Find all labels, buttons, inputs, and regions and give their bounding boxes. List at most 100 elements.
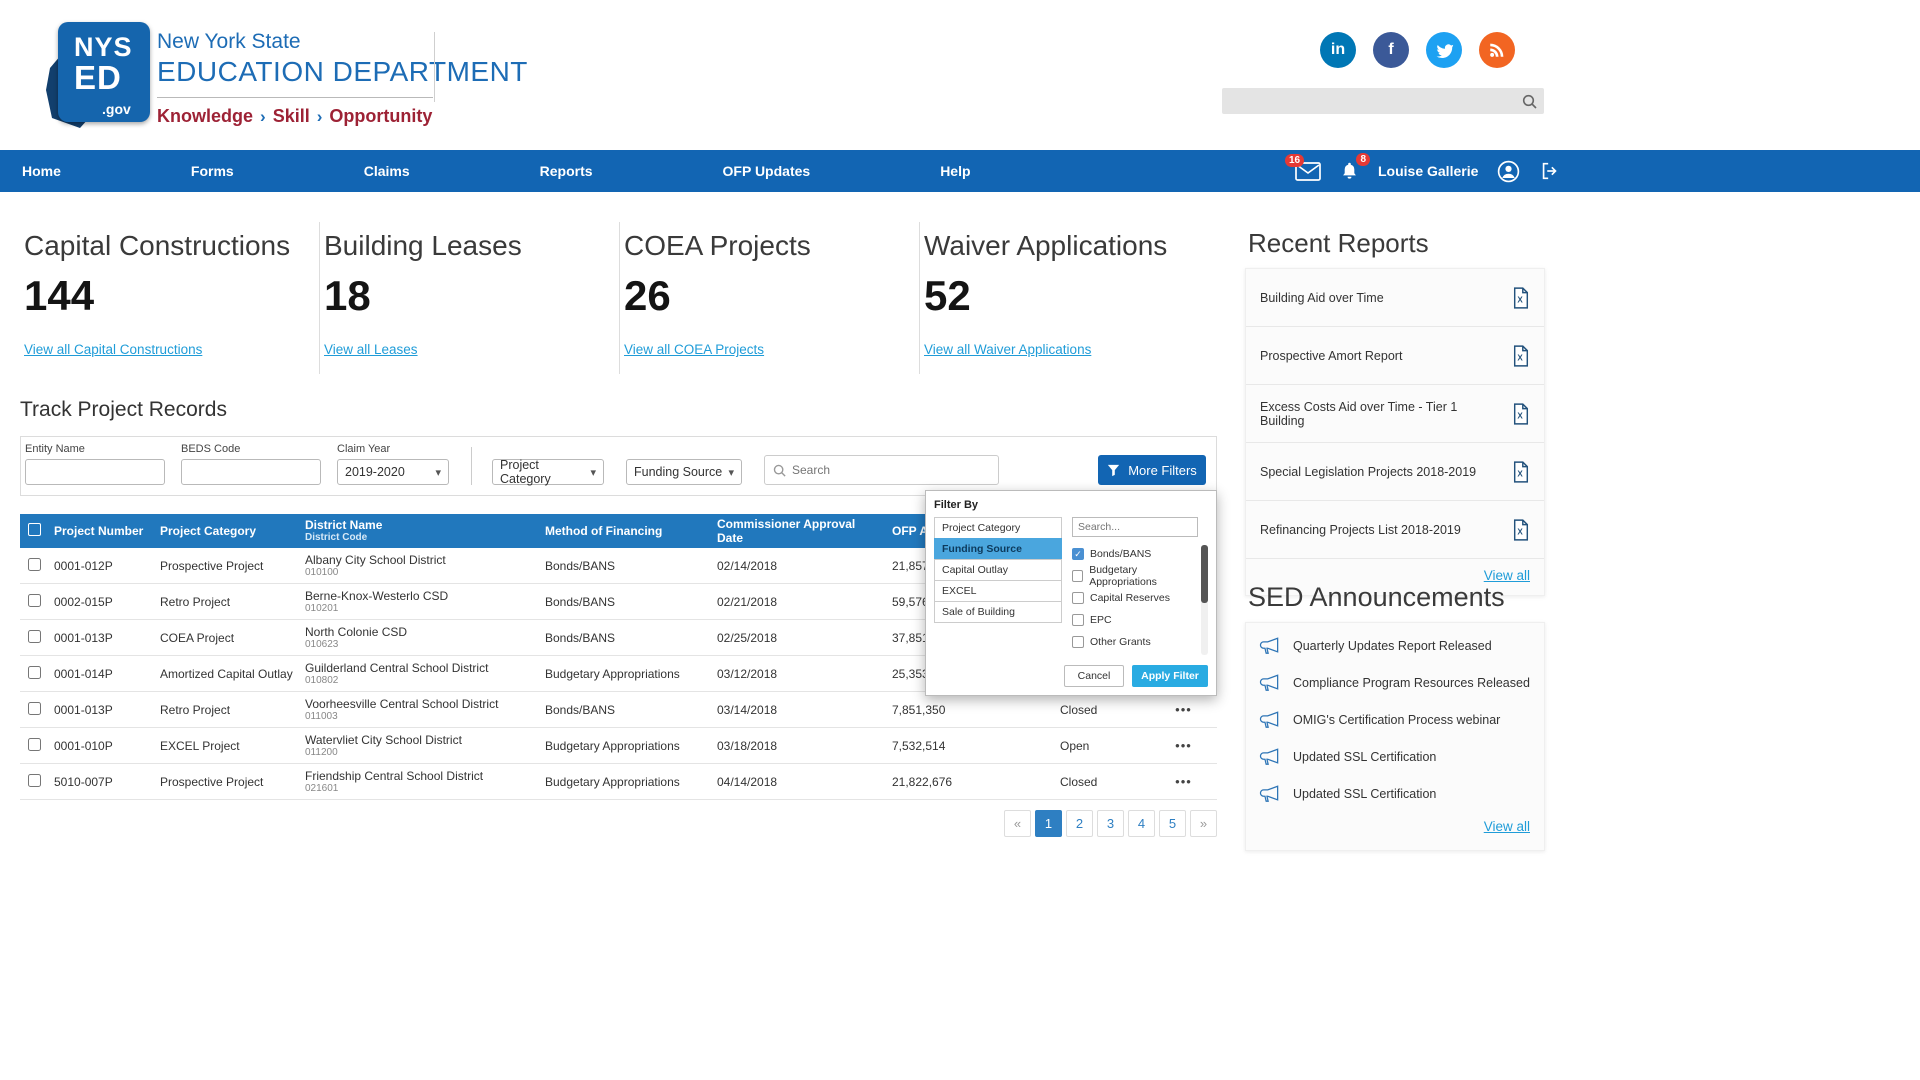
filter-options-search-input[interactable] — [1072, 517, 1198, 537]
megaphone-icon — [1258, 747, 1281, 766]
row-checkbox[interactable] — [28, 558, 41, 571]
announcements-view-all-link[interactable]: View all — [1484, 819, 1530, 834]
pagination-page-3[interactable]: 3 — [1097, 810, 1124, 837]
report-name: Prospective Amort Report — [1260, 349, 1402, 363]
chevron-right-icon: › — [317, 107, 323, 127]
filter-option-capital-reserves[interactable]: Capital Reserves — [1072, 587, 1198, 609]
cell-district-code: 010100 — [305, 567, 545, 579]
cell-category: Retro Project — [160, 595, 305, 609]
svg-text:X: X — [1517, 411, 1523, 420]
nav-item-reports[interactable]: Reports — [540, 150, 593, 192]
row-checkbox[interactable] — [28, 630, 41, 643]
cell-status: Open — [1032, 739, 1150, 753]
row-actions-button[interactable]: ••• — [1150, 774, 1217, 789]
report-item[interactable]: Excess Costs Aid over Time - Tier 1 Buil… — [1246, 385, 1544, 443]
select-all-checkbox[interactable] — [28, 523, 41, 536]
chevron-right-icon: › — [260, 107, 266, 127]
reports-view-all-link[interactable]: View all — [1484, 568, 1530, 583]
beds-code-field: BEDS Code — [181, 443, 321, 485]
filter-option-bonds-bans[interactable]: Bonds/BANS — [1072, 543, 1198, 565]
pagination-page-5[interactable]: 5 — [1159, 810, 1186, 837]
report-item[interactable]: Prospective Amort Report X — [1246, 327, 1544, 385]
filter-cancel-button[interactable]: Cancel — [1064, 665, 1124, 687]
brand-block: New York State EDUCATION DEPARTMENT Know… — [157, 30, 528, 127]
claim-year-select[interactable]: 2019-2020 ▾ — [337, 459, 449, 485]
facebook-icon[interactable]: f — [1373, 32, 1409, 68]
rss-icon[interactable] — [1479, 32, 1515, 68]
pagination-page-4[interactable]: 4 — [1128, 810, 1155, 837]
pagination-page-1[interactable]: 1 — [1035, 810, 1062, 837]
filter-category-funding-source[interactable]: Funding Source — [934, 538, 1062, 560]
nav-item-forms[interactable]: Forms — [191, 150, 234, 192]
search-icon[interactable] — [1522, 94, 1537, 109]
row-checkbox[interactable] — [28, 702, 41, 715]
report-item[interactable]: Refinancing Projects List 2018-2019 X — [1246, 501, 1544, 559]
filter-category-project-category[interactable]: Project Category — [934, 517, 1062, 539]
popup-scrollbar-thumb[interactable] — [1201, 545, 1208, 603]
cell-district-name: Voorheesville Central School District — [305, 697, 545, 711]
announcement-item[interactable]: Compliance Program Resources Released — [1246, 664, 1544, 701]
cell-date: 03/18/2018 — [717, 739, 872, 753]
announcement-item[interactable]: Updated SSL Certification — [1246, 738, 1544, 775]
cell-project-number: 0001-014P — [48, 667, 160, 681]
announcement-item[interactable]: Updated SSL Certification — [1246, 775, 1544, 812]
view-all-leases-link[interactable]: View all Leases — [324, 342, 418, 357]
tagline-word: Skill — [273, 106, 310, 127]
filter-category-sale-of-building[interactable]: Sale of Building — [934, 601, 1062, 623]
project-category-select[interactable]: Project Category ▾ — [492, 459, 604, 485]
announcement-item[interactable]: OMIG's Certification Process webinar — [1246, 701, 1544, 738]
profile-button[interactable] — [1496, 159, 1521, 184]
notifications-button[interactable]: 8 — [1339, 161, 1360, 182]
more-filters-button[interactable]: More Filters — [1098, 455, 1206, 485]
view-all-coea-projects-link[interactable]: View all COEA Projects — [624, 342, 764, 357]
facebook-glyph: f — [1388, 41, 1393, 59]
row-actions-button[interactable]: ••• — [1150, 738, 1217, 753]
checkbox[interactable] — [1072, 570, 1083, 582]
cell-date: 04/14/2018 — [717, 775, 872, 789]
nav-item-ofp-updates[interactable]: OFP Updates — [723, 150, 811, 192]
checkbox[interactable] — [1072, 592, 1084, 604]
linkedin-icon[interactable]: in — [1320, 32, 1356, 68]
row-actions-button[interactable]: ••• — [1150, 702, 1217, 717]
user-name[interactable]: Louise Gallerie — [1378, 163, 1478, 179]
filter-option-other-grants[interactable]: Other Grants — [1072, 631, 1198, 653]
view-all-capital-constructions-link[interactable]: View all Capital Constructions — [24, 342, 202, 357]
twitter-icon[interactable] — [1426, 32, 1462, 68]
filter-category-capital-outlay[interactable]: Capital Outlay — [934, 559, 1062, 581]
pagination-page-2[interactable]: 2 — [1066, 810, 1093, 837]
beds-code-input[interactable] — [181, 459, 321, 485]
report-item[interactable]: Building Aid over Time X — [1246, 269, 1544, 327]
filter-option-budgetary-appropriations[interactable]: Budgetary Appropriations — [1072, 565, 1198, 587]
cell-method: Budgetary Appropriations — [545, 667, 717, 681]
checkbox[interactable] — [1072, 636, 1084, 648]
nav-item-claims[interactable]: Claims — [364, 150, 410, 192]
nav-item-home[interactable]: Home — [22, 150, 61, 192]
pagination-prev-button[interactable]: « — [1004, 810, 1031, 837]
row-checkbox[interactable] — [28, 738, 41, 751]
funding-source-select[interactable]: Funding Source ▾ — [626, 459, 742, 485]
filter-apply-button[interactable]: Apply Filter — [1132, 665, 1208, 687]
entity-name-input[interactable] — [25, 459, 165, 485]
announcement-item[interactable]: Quarterly Updates Report Released — [1246, 627, 1544, 664]
logo-text-gov: .gov — [102, 101, 150, 117]
cell-project-number: 0002-015P — [48, 595, 160, 609]
checkbox[interactable] — [1072, 614, 1084, 626]
checkbox[interactable] — [1072, 548, 1084, 560]
cell-amount: 7,532,514 — [872, 739, 1032, 753]
sign-out-button[interactable] — [1539, 160, 1561, 182]
row-checkbox[interactable] — [28, 666, 41, 679]
messages-button[interactable]: 16 — [1295, 162, 1321, 181]
nav-item-help[interactable]: Help — [940, 150, 970, 192]
row-checkbox[interactable] — [28, 594, 41, 607]
popup-scrollbar — [1201, 545, 1208, 655]
row-checkbox[interactable] — [28, 774, 41, 787]
filter-category-excel[interactable]: EXCEL — [934, 580, 1062, 602]
pagination-next-button[interactable]: » — [1190, 810, 1217, 837]
site-search-input[interactable] — [1222, 94, 1522, 109]
table-search-input[interactable] — [792, 463, 990, 477]
view-all-waiver-applications-link[interactable]: View all Waiver Applications — [924, 342, 1091, 357]
col-district: District Name District Code — [305, 518, 545, 544]
card-title: Capital Constructions — [24, 230, 309, 262]
report-item[interactable]: Special Legislation Projects 2018-2019 X — [1246, 443, 1544, 501]
filter-option-epc[interactable]: EPC — [1072, 609, 1198, 631]
